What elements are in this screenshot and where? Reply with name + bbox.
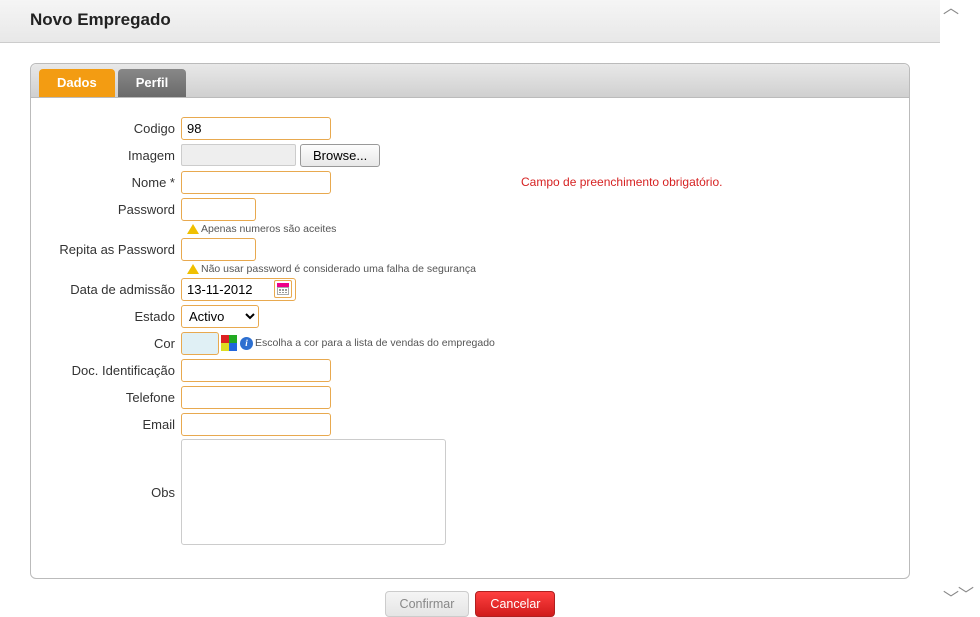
input-email[interactable] <box>181 413 331 436</box>
label-data-adm: Data de admissão <box>51 282 181 297</box>
input-password[interactable] <box>181 198 256 221</box>
label-imagem: Imagem <box>51 148 181 163</box>
label-cor: Cor <box>51 336 181 351</box>
hint-cor: i Escolha a cor para a lista de vendas d… <box>237 337 495 350</box>
hint-password-text: Apenas numeros são aceites <box>201 223 336 235</box>
warn-icon <box>187 264 199 274</box>
tab-perfil[interactable]: Perfil <box>118 69 187 97</box>
input-telefone[interactable] <box>181 386 331 409</box>
input-repass[interactable] <box>181 238 256 261</box>
form-area: Codigo Imagem Browse... Nome * Campo de … <box>31 98 909 558</box>
form-panel: Dados Perfil Codigo Imagem Browse... Nom… <box>30 63 910 579</box>
cancel-button[interactable]: Cancelar <box>475 591 555 617</box>
label-doc: Doc. Identificação <box>51 363 181 378</box>
input-codigo[interactable] <box>181 117 331 140</box>
label-obs: Obs <box>51 485 181 500</box>
input-nome[interactable] <box>181 171 331 194</box>
hint-repass-text: Não usar password é considerado uma falh… <box>201 263 476 275</box>
outer-scrollbar[interactable]: ﹀ <box>942 0 980 609</box>
input-cor[interactable] <box>181 332 219 355</box>
dialog-buttons: Confirmar Cancelar <box>0 591 940 617</box>
label-nome: Nome * <box>51 175 181 190</box>
page-title: Novo Empregado <box>30 10 910 30</box>
hint-cor-text: Escolha a cor para a lista de vendas do … <box>255 337 495 349</box>
label-password: Password <box>51 202 181 217</box>
label-codigo: Codigo <box>51 121 181 136</box>
label-telefone: Telefone <box>51 390 181 405</box>
header-bar: Novo Empregado <box>0 0 940 43</box>
textarea-obs[interactable] <box>181 439 446 545</box>
warn-icon <box>187 224 199 234</box>
error-nome: Campo de preenchimento obrigatório. <box>521 175 722 189</box>
select-estado[interactable]: Activo <box>181 305 259 328</box>
tab-dados[interactable]: Dados <box>39 69 115 97</box>
scroll-down-icon[interactable]: ﹀ <box>958 589 974 603</box>
color-picker-icon[interactable] <box>221 335 237 351</box>
hint-repass: Não usar password é considerado uma falh… <box>187 263 889 275</box>
label-email: Email <box>51 417 181 432</box>
label-repass: Repita as Password <box>51 242 181 257</box>
info-icon: i <box>240 337 253 350</box>
calendar-icon[interactable] <box>274 280 292 298</box>
confirm-button[interactable]: Confirmar <box>385 591 470 617</box>
file-name-display <box>181 144 296 166</box>
hint-password: Apenas numeros são aceites <box>187 223 889 235</box>
label-estado: Estado <box>51 309 181 324</box>
tab-bar: Dados Perfil <box>31 64 909 98</box>
browse-button[interactable]: Browse... <box>300 144 380 167</box>
input-doc[interactable] <box>181 359 331 382</box>
